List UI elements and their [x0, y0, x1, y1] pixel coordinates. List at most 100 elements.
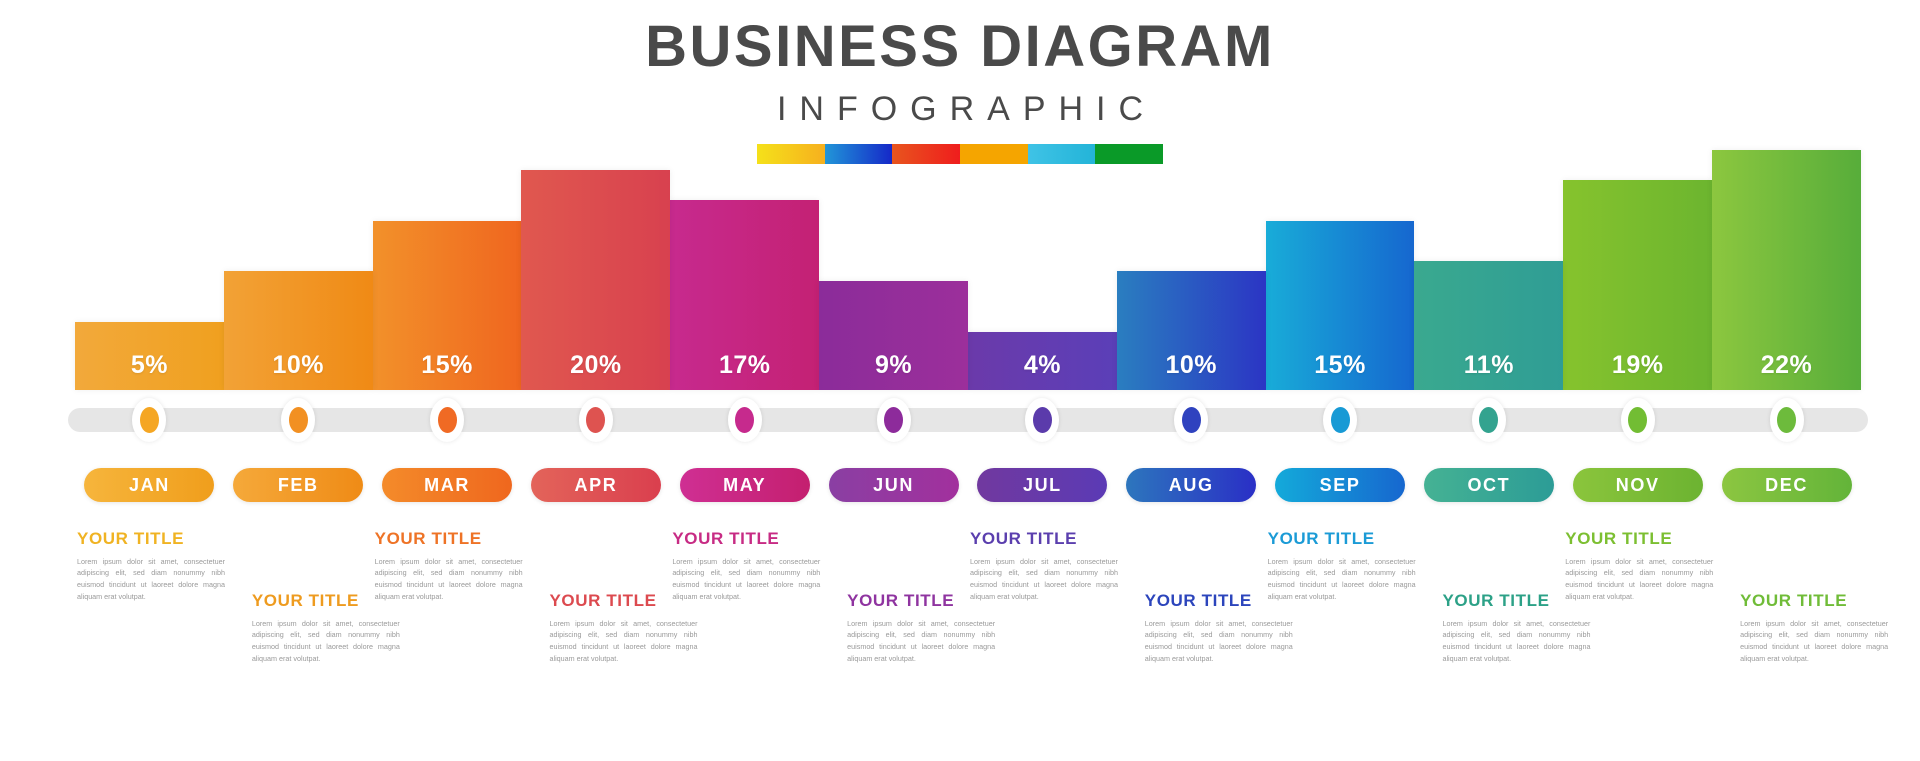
- bar-dec: 22%: [1712, 150, 1861, 390]
- timeline-dot-cell-jan: [75, 398, 224, 442]
- bar-value-label: 11%: [1463, 351, 1514, 379]
- bar-value-label: 15%: [421, 351, 473, 379]
- description-cell-dec: YOUR TITLE Lorem ipsum dolor sit amet, co…: [1712, 512, 1888, 692]
- description-body: Lorem ipsum dolor sit amet, consectetuer…: [1565, 556, 1714, 601]
- timeline-dot-icon[interactable]: [437, 407, 457, 433]
- description-block-nov: YOUR TITLE Lorem ipsum dolor sit amet, co…: [1565, 529, 1714, 602]
- description-cell-jul: YOUR TITLE Lorem ipsum dolor sit amet, co…: [968, 512, 1118, 692]
- month-pill-may[interactable]: MAY: [679, 468, 810, 502]
- bar-feb: 10%: [223, 271, 373, 390]
- description-cell-jan: YOUR TITLE Lorem ipsum dolor sit amet, co…: [75, 512, 225, 692]
- description-body: Lorem ipsum dolor sit amet, consectetuer…: [672, 556, 821, 601]
- description-title: YOUR TITLE: [969, 529, 1078, 548]
- timeline-dot-icon[interactable]: [139, 407, 159, 433]
- bar-jun: 9%: [819, 281, 968, 390]
- month-pill-oct[interactable]: OCT: [1423, 468, 1554, 502]
- bar-value-label: 15%: [1314, 351, 1366, 379]
- description-body: Lorem ipsum dolor sit amet, consectetuer…: [969, 556, 1118, 601]
- month-pill-mar[interactable]: MAR: [382, 468, 513, 502]
- timeline-dot-ring: [1769, 398, 1804, 442]
- month-pill-apr[interactable]: APR: [530, 468, 661, 502]
- description-title: YOUR TITLE: [672, 529, 780, 548]
- bar-chart: 5% 10% 15% 20% 17% 9% 4% 10% 15% 11% 19% 22%: [75, 150, 1861, 390]
- month-pill-feb[interactable]: FEB: [233, 468, 364, 502]
- month-pill-cell: JAN: [75, 468, 224, 502]
- description-title: YOUR TITLE: [1267, 529, 1375, 548]
- timeline-dot-cell-jun: [819, 398, 968, 442]
- description-cell-mar: YOUR TITLE Lorem ipsum dolor sit amet, co…: [373, 512, 523, 692]
- month-pill-cell: AUG: [1117, 468, 1266, 502]
- description-block-sep: YOUR TITLE Lorem ipsum dolor sit amet, co…: [1267, 529, 1416, 602]
- bar-value-label: 9%: [874, 351, 913, 379]
- description-cell-may: YOUR TITLE Lorem ipsum dolor sit amet, co…: [670, 512, 821, 692]
- month-pill-cell: JUL: [968, 468, 1117, 502]
- bar-value-label: 5%: [130, 351, 168, 379]
- page-subtitle: INFOGRAPHIC: [776, 90, 1157, 128]
- timeline-dot-cell-may: [670, 398, 819, 442]
- description-body: Lorem ipsum dolor sit amet, consectetuer…: [1740, 618, 1889, 663]
- description-blocks: YOUR TITLE Lorem ipsum dolor sit amet, co…: [75, 512, 1888, 692]
- timeline-dot-icon[interactable]: [1628, 407, 1648, 433]
- timeline-dot-ring: [727, 398, 762, 442]
- timeline-dot-icon[interactable]: [1330, 407, 1350, 433]
- page-title: BUSINESS DIAGRAM: [645, 14, 1275, 79]
- timeline-dot-icon[interactable]: [1032, 407, 1052, 433]
- month-pill-jul[interactable]: JUL: [977, 468, 1108, 502]
- month-pill-cell: MAR: [373, 468, 522, 502]
- timeline-dot-ring: [132, 398, 167, 442]
- bar-value-label: 22%: [1760, 351, 1813, 379]
- month-pill-sep[interactable]: SEP: [1275, 468, 1406, 502]
- timeline-dot-icon[interactable]: [1479, 407, 1499, 433]
- timeline-dot-ring: [430, 398, 465, 442]
- timeline-dot-icon[interactable]: [1777, 407, 1797, 433]
- description-block-jul: YOUR TITLE Lorem ipsum dolor sit amet, co…: [969, 529, 1118, 602]
- timeline-dot-ring: [1471, 398, 1506, 442]
- timeline-dot-ring: [876, 398, 911, 442]
- timeline-dot-ring: [1620, 398, 1655, 442]
- bar-apr: 20%: [521, 170, 671, 390]
- month-pill-cell: APR: [521, 468, 670, 502]
- bar-aug: 10%: [1116, 271, 1266, 390]
- month-pill-jan[interactable]: JAN: [84, 468, 215, 502]
- month-pill-cell: OCT: [1414, 468, 1563, 502]
- bar-value-label: 20%: [570, 351, 622, 379]
- month-pill-jun[interactable]: JUN: [828, 468, 959, 502]
- month-pill-cell: NOV: [1563, 468, 1712, 502]
- month-pill-nov[interactable]: NOV: [1572, 468, 1703, 502]
- description-title: YOUR TITLE: [374, 529, 482, 548]
- timeline-dot-icon[interactable]: [735, 407, 755, 433]
- bar-value-label: 10%: [272, 351, 325, 379]
- month-pill-aug[interactable]: AUG: [1126, 468, 1257, 502]
- timeline-dot-icon[interactable]: [288, 407, 308, 433]
- timeline-dot-icon[interactable]: [586, 407, 606, 433]
- description-cell-sep: YOUR TITLE Lorem ipsum dolor sit amet, co…: [1266, 512, 1416, 692]
- description-title: YOUR TITLE: [77, 529, 185, 548]
- infographic-page: BUSINESS DIAGRAM INFOGRAPHIC 5% 10% 15% 20%…: [0, 0, 1920, 761]
- month-pill-dec[interactable]: DEC: [1721, 468, 1852, 502]
- timeline-dot-icon[interactable]: [884, 407, 904, 433]
- timeline-dot-icon[interactable]: [1181, 407, 1201, 433]
- bar-value-label: 17%: [718, 351, 771, 379]
- timeline-dot-cell-apr: [521, 398, 670, 442]
- timeline-dots: [75, 398, 1861, 442]
- description-block-mar: YOUR TITLE Lorem ipsum dolor sit amet, co…: [374, 529, 523, 602]
- description-title: YOUR TITLE: [1565, 529, 1673, 548]
- bar-value-label: 19%: [1611, 351, 1664, 379]
- timeline-dot-cell-oct: [1414, 398, 1563, 442]
- month-pills: JAN FEB MAR APR MAY JUN JUL AUG SEP OCT NOV DEC: [75, 468, 1861, 502]
- month-pill-cell: FEB: [224, 468, 373, 502]
- timeline-dot-ring: [1323, 398, 1358, 442]
- timeline-dot-ring: [1174, 398, 1209, 442]
- timeline-dot-cell-nov: [1563, 398, 1712, 442]
- month-pill-cell: SEP: [1266, 468, 1415, 502]
- description-body: Lorem ipsum dolor sit amet, consectetuer…: [77, 556, 225, 601]
- description-body: Lorem ipsum dolor sit amet, consectetuer…: [374, 556, 523, 601]
- description-cell-apr: YOUR TITLE Lorem ipsum dolor sit amet, co…: [521, 512, 697, 692]
- bar-jan: 5%: [75, 321, 224, 390]
- description-block-jan: YOUR TITLE Lorem ipsum dolor sit amet, co…: [77, 529, 225, 602]
- bar-value-label: 10%: [1165, 351, 1217, 379]
- month-pill-cell: JUN: [819, 468, 968, 502]
- timeline-dot-cell-mar: [373, 398, 522, 442]
- timeline-dot-cell-jul: [968, 398, 1117, 442]
- bar-value-label: 4%: [1023, 351, 1061, 379]
